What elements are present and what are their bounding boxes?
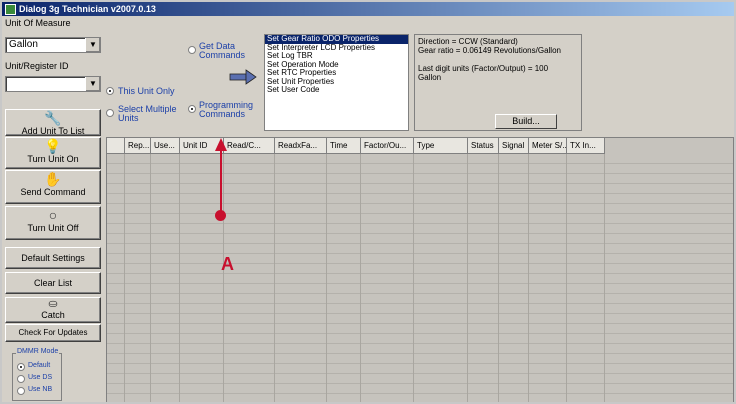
info-unit: Gallon — [418, 73, 442, 82]
grid-column-divider — [179, 154, 180, 402]
dmmr-use-nb-label: Use NB — [28, 386, 53, 393]
dmmr-default-label: Default — [28, 362, 51, 369]
grid-column-divider — [467, 154, 468, 402]
app-icon — [5, 4, 16, 15]
grid-row-header-corner — [107, 138, 125, 153]
dmmr-use-nb-radio[interactable] — [17, 387, 25, 395]
grid-column-divider — [498, 154, 499, 402]
clear-list-button[interactable]: Clear List — [5, 272, 101, 294]
turn-unit-on-button[interactable]: 💡 Turn Unit On — [5, 137, 101, 169]
programming-radio[interactable] — [188, 105, 196, 113]
grid-column-divider — [604, 154, 605, 402]
grid-column-divider — [274, 154, 275, 402]
annotation-dot — [215, 210, 226, 221]
catch-button[interactable]: ⛀ Catch — [5, 297, 101, 323]
grid-column-divider — [326, 154, 327, 402]
grid-column-divider — [566, 154, 567, 402]
unit-of-measure-value: Gallon — [9, 39, 38, 50]
send-command-button[interactable]: ✋ Send Command — [5, 170, 101, 204]
title-bar: Dialog 3g Technician v2007.0.13 — [2, 2, 734, 16]
grid-column-divider — [528, 154, 529, 402]
grid-column-header[interactable]: Status — [468, 138, 499, 153]
lightbulb-off-icon: ○ — [48, 207, 58, 223]
grid-column-divider — [150, 154, 151, 402]
grid-column-divider — [360, 154, 361, 402]
grid-column-header[interactable]: Use... — [151, 138, 180, 153]
unit-register-id-select[interactable]: ▼ — [5, 76, 101, 92]
get-data-radio[interactable] — [188, 46, 196, 54]
check-updates-button[interactable]: Check For Updates — [5, 324, 101, 342]
grid-column-header[interactable]: Factor/Ou... — [361, 138, 414, 153]
add-unit-button[interactable]: 🔧 Add Unit To List — [5, 109, 101, 136]
arrow-right-icon — [229, 69, 257, 85]
info-gear-ratio: Gear ratio = 0.06149 Revolutions/Gallon — [418, 46, 561, 55]
grid-rows — [107, 154, 733, 402]
units-grid[interactable]: Rep... Use... Unit ID Read/C... ReadxFa... Ti… — [106, 137, 734, 402]
lightbulb-on-icon: 💡 — [44, 138, 62, 154]
unit-of-measure-select[interactable]: Gallon ▼ — [5, 37, 101, 53]
grid-column-header[interactable]: Time — [327, 138, 361, 153]
grid-column-header[interactable]: Signal — [499, 138, 529, 153]
window-title: Dialog 3g Technician v2007.0.13 — [19, 4, 156, 14]
app-window: Dialog 3g Technician v2007.0.13 Unit Of … — [0, 0, 736, 404]
default-settings-button[interactable]: Default Settings — [5, 247, 101, 269]
grid-column-divider — [413, 154, 414, 402]
annotation-arrow-line — [220, 148, 222, 216]
dmmr-use-ds-radio[interactable] — [17, 375, 25, 383]
dmmr-default-radio[interactable] — [17, 363, 25, 371]
this-unit-only-label: This Unit Only — [118, 86, 175, 96]
chevron-down-icon[interactable]: ▼ — [85, 77, 100, 91]
grid-column-divider — [223, 154, 224, 402]
get-data-label: Get Data Commands — [199, 41, 246, 60]
dmmr-use-ds-label: Use DS — [28, 374, 53, 381]
unit-register-id-label: Unit/Register ID — [5, 61, 69, 71]
grid-column-header[interactable]: ReadxFa... — [275, 138, 327, 153]
commands-list[interactable]: Set Gear Ratio ODO Properties Set Interpr… — [264, 34, 409, 131]
grid-column-header[interactable]: Rep... — [125, 138, 151, 153]
grid-header: Rep... Use... Unit ID Read/C... ReadxFa... Ti… — [107, 138, 605, 154]
this-unit-only-radio[interactable] — [106, 87, 114, 95]
chevron-down-icon[interactable]: ▼ — [85, 38, 100, 52]
grid-column-divider — [124, 154, 125, 402]
dmmr-mode-label: DMMR Mode — [16, 348, 60, 355]
build-button[interactable]: Build... — [495, 114, 557, 129]
select-multiple-label: Select Multiple Units — [118, 104, 177, 123]
catch-icon: ⛀ — [48, 298, 58, 310]
add-unit-icon: 🔧 — [44, 110, 62, 126]
programming-label: Programming Commands — [199, 100, 254, 119]
select-multiple-radio[interactable] — [106, 109, 114, 117]
command-item[interactable]: Set User Code — [265, 85, 408, 95]
annotation-label: A — [221, 254, 234, 274]
annotation-arrow-head — [215, 138, 227, 151]
turn-unit-off-button[interactable]: ○ Turn Unit Off — [5, 206, 101, 240]
unit-of-measure-label: Unit Of Measure — [5, 18, 71, 28]
info-last-digit: Last digit units (Factor/Output) = 100 — [418, 64, 549, 73]
grid-column-header[interactable]: Type — [414, 138, 468, 153]
send-hand-icon: ✋ — [44, 171, 62, 187]
info-direction: Direction = CCW (Standard) — [418, 37, 518, 46]
grid-column-header[interactable]: Read/C... — [224, 138, 275, 153]
grid-column-header[interactable]: Meter S/... — [529, 138, 567, 153]
grid-column-header[interactable]: TX In... — [567, 138, 605, 153]
